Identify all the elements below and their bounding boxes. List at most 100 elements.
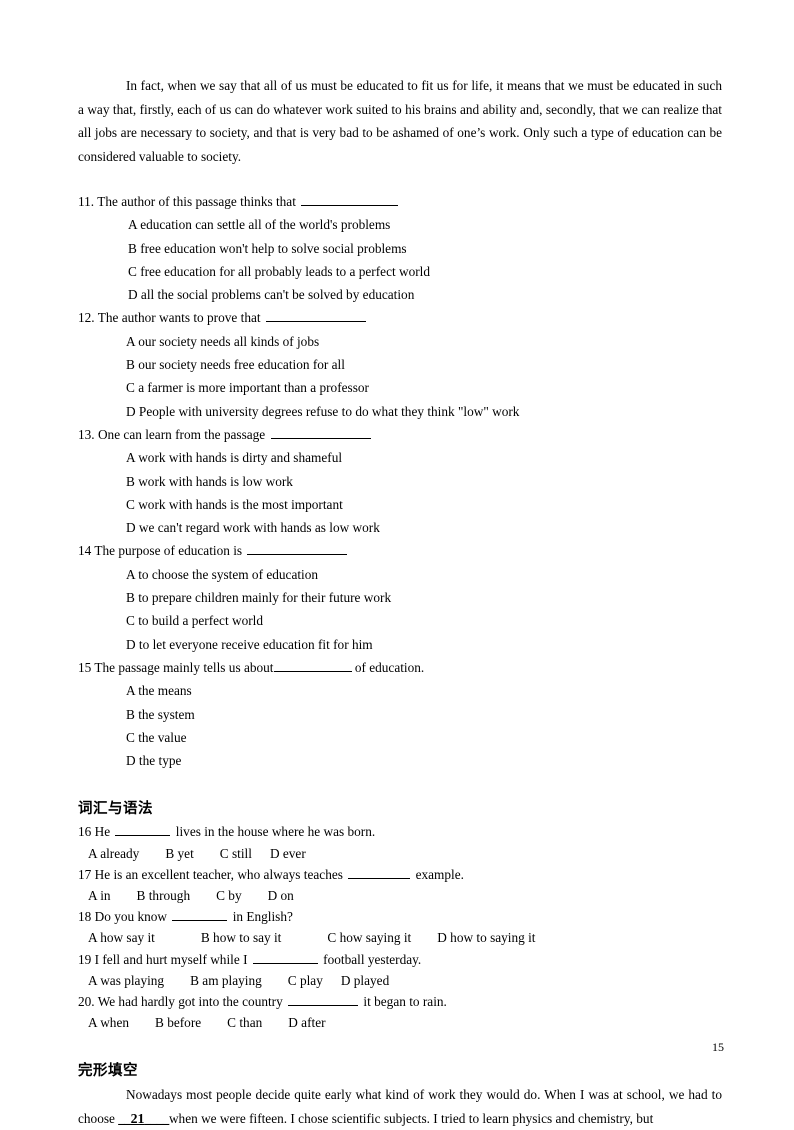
question-20-options: A when B before C than D after [78,1012,722,1033]
question-17-text-after: example. [415,866,464,882]
question-15-option-b[interactable]: B the system [78,703,722,726]
question-20-option-b[interactable]: B before [155,1012,201,1033]
question-20-option-c[interactable]: C than [227,1012,262,1033]
question-15-blank[interactable] [273,659,352,672]
question-11-option-a[interactable]: A education can settle all of the world'… [78,213,722,236]
question-17-text-before: He is an excellent teacher, who always t… [94,866,343,882]
question-19-option-d[interactable]: D played [341,970,389,991]
question-11-option-d[interactable]: D all the social problems can't be solve… [78,283,722,306]
question-13-option-d[interactable]: D we can't regard work with hands as low… [78,516,722,539]
question-19-option-c[interactable]: C play [288,970,323,991]
document-page: In fact, when we say that all of us must… [0,0,794,1126]
question-13-option-c[interactable]: C work with hands is the most important [78,493,722,516]
cloze-blank-number[interactable]: 21 [131,1111,145,1126]
question-13-text: One can learn from the passage [97,426,266,442]
question-13-option-a[interactable]: A work with hands is dirty and shameful [78,446,722,469]
question-16-blank[interactable] [115,823,171,837]
question-14-text: The purpose of education is [94,543,243,559]
question-16-text-after: lives in the house where he was born. [175,824,376,840]
question-17-option-d[interactable]: D on [268,885,294,906]
question-15-text-after: of education. [354,659,425,675]
question-20-text-after: it began to rain. [363,994,447,1010]
question-12-option-c[interactable]: C a farmer is more important than a prof… [78,376,722,399]
question-16-option-b[interactable]: B yet [165,843,193,864]
opening-passage: In fact, when we say that all of us must… [78,78,722,164]
question-18-blank[interactable] [172,908,228,922]
question-19-blank[interactable] [252,950,318,964]
question-14-option-c[interactable]: C to build a perfect world [78,609,722,632]
question-14-option-b[interactable]: B to prepare children mainly for their f… [78,586,722,609]
question-15-option-a[interactable]: A the means [78,679,722,702]
question-20-option-d[interactable]: D after [288,1012,325,1033]
question-14-blank[interactable] [247,542,348,556]
cloze-text-after: when we were fifteen. I chose scientific… [168,1110,654,1126]
question-19-options: A was playing B am playing C play D played [78,970,722,991]
question-12-text: The author wants to prove that [97,310,261,326]
question-18-option-a[interactable]: A how say it [88,927,155,948]
question-16-option-c[interactable]: C still [220,843,252,864]
question-19-text-before: I fell and hurt myself while I [94,951,248,967]
question-19-option-a[interactable]: A was playing [88,970,164,991]
question-14-stem: 14 The purpose of education is [78,539,722,562]
question-16-option-a[interactable]: A already [88,843,139,864]
question-14-option-d[interactable]: D to let everyone receive education fit … [78,633,722,656]
question-17-blank[interactable] [348,866,411,879]
question-15-stem: 15 The passage mainly tells us about of … [78,656,722,679]
question-18-option-b[interactable]: B how to say it [201,927,282,948]
question-17-option-b[interactable]: B through [137,885,191,906]
question-16-number: 16 [78,824,92,840]
question-20-number: 20. [78,994,95,1010]
question-18-option-d[interactable]: D how to saying it [437,927,535,948]
question-16-option-d[interactable]: D ever [270,843,306,864]
reading-comprehension-block: 11. The author of this passage thinks th… [78,190,722,772]
question-13-blank[interactable] [270,426,371,439]
question-20-text-before: We had hardly got into the country [97,994,283,1010]
question-15-option-c[interactable]: C the value [78,726,722,749]
question-17-option-c[interactable]: C by [216,885,242,906]
question-17-options: A in B through C by D on [78,885,722,906]
question-16-options: A already B yet C still D ever [78,843,722,864]
question-19-stem: 19 I fell and hurt myself while I footba… [78,949,722,970]
question-13-option-b[interactable]: B work with hands is low work [78,470,722,493]
question-20-stem: 20. We had hardly got into the country i… [78,991,722,1012]
question-18-stem: 18 Do you know in English? [78,906,722,927]
question-19-option-b[interactable]: B am playing [190,970,262,991]
question-11-number: 11. [78,194,95,209]
page-number: 15 [712,1040,724,1054]
question-15-text: The passage mainly tells us about [94,659,274,675]
question-18-options: A how say it B how to say it C how saying … [78,927,722,948]
question-11-stem: 11. The author of this passage thinks th… [78,190,722,213]
question-13-stem: 13. One can learn from the passage [78,423,722,446]
question-17-number: 17 [78,866,92,882]
question-12-option-b[interactable]: B our society needs free education for a… [78,353,722,376]
question-12-option-d[interactable]: D People with university degrees refuse … [78,400,722,423]
question-11-blank[interactable] [301,193,399,206]
question-16-text-before: He [94,824,111,840]
question-11-text: The author of this passage thinks that [97,194,296,209]
cloze-block: 完形填空 Nowadays most people decide quite e… [78,1059,722,1130]
question-17-option-a[interactable]: A in [88,885,111,906]
question-19-text-after: football yesterday. [323,951,422,967]
question-12-stem: 12. The author wants to prove that [78,306,722,329]
vocabulary-grammar-block: 词汇与语法 16 He lives in the house where he … [78,797,722,1033]
question-12-option-a[interactable]: A our society needs all kinds of jobs [78,330,722,353]
question-18-text-after: in English? [232,909,293,925]
cloze-blank-suffix: ____ [144,1110,169,1126]
question-20-option-a[interactable]: A when [88,1012,129,1033]
question-13-number: 13. [78,426,95,442]
page-content: In fact, when we say that all of us must… [78,74,722,1130]
question-20-blank[interactable] [288,993,359,1007]
question-11-option-c[interactable]: C free education for all probably leads … [78,260,722,283]
question-18-text-before: Do you know [94,909,168,925]
vocabulary-grammar-heading: 词汇与语法 [78,801,153,818]
question-18-option-c[interactable]: C how saying it [327,927,411,948]
cloze-passage: Nowadays most people decide quite early … [78,1083,722,1130]
question-14-option-a[interactable]: A to choose the system of education [78,563,722,586]
question-18-number: 18 [78,909,92,925]
question-14-number: 14 [78,543,92,559]
question-11-option-b[interactable]: B free education won't help to solve soc… [78,237,722,260]
question-15-number: 15 [78,659,92,675]
question-19-number: 19 [78,951,92,967]
question-12-blank[interactable] [265,309,366,323]
question-15-option-d[interactable]: D the type [78,749,722,772]
